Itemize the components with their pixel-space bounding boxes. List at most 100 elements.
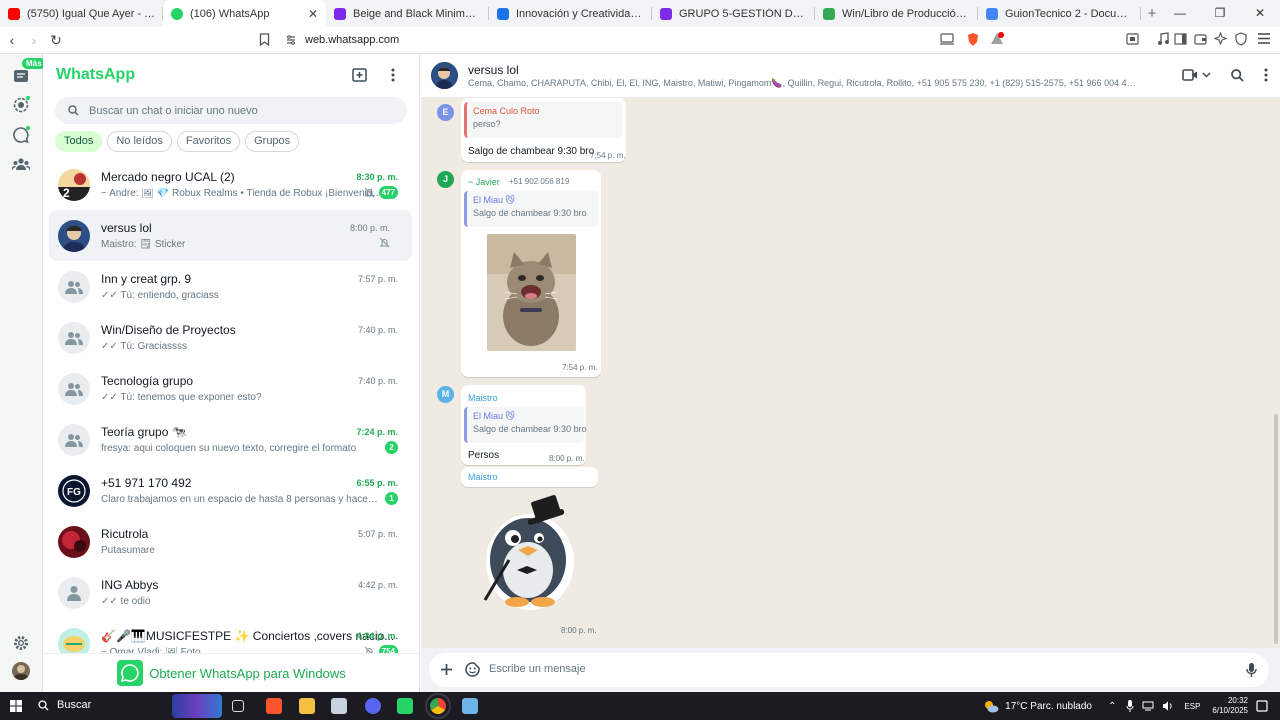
quoted-message[interactable]: Cema Culo Roto perso?: [464, 102, 622, 138]
volume-icon[interactable]: [1162, 701, 1174, 711]
chat-avatar[interactable]: FG: [58, 474, 90, 507]
microphone-tray-icon[interactable]: [1126, 700, 1134, 712]
group-avatar-icon[interactable]: [58, 321, 90, 354]
vpn-icon[interactable]: [1235, 32, 1247, 46]
sender-avatar[interactable]: M: [437, 386, 454, 403]
browser-tab[interactable]: Innovación y Creatividad - ALUMNO: [489, 0, 652, 27]
filter-chip[interactable]: No leídos: [107, 131, 172, 152]
leo-ai-icon[interactable]: [1214, 32, 1227, 45]
browser-menu-icon[interactable]: [1258, 33, 1270, 44]
screenshot-icon[interactable]: [1126, 33, 1139, 45]
chat-list-item[interactable]: Inn y creat grp. 9 7:57 p. m. ✓✓ Tú: entie…: [43, 261, 419, 312]
filter-chip[interactable]: Todos: [55, 131, 103, 152]
sticker-emoji-icon[interactable]: [465, 662, 480, 677]
message-bubble[interactable]: ~ Javier +51 902 056 819 El Miau 😼 Salgo…: [461, 170, 601, 377]
wallet-icon[interactable]: [1194, 33, 1207, 45]
sender-avatar[interactable]: J: [437, 171, 454, 188]
quoted-message[interactable]: El Miau 😼 Salgo de chambear 9:30 bro: [464, 407, 587, 443]
new-chat-icon[interactable]: [352, 68, 368, 82]
penguin-sticker-image[interactable]: [473, 490, 588, 615]
video-call-icon[interactable]: [1182, 69, 1211, 81]
quoted-message[interactable]: El Miau 😼 Salgo de chambear 9:30 bro: [464, 191, 598, 227]
brave-taskbar-icon[interactable]: [266, 698, 282, 714]
message-bubble[interactable]: Cema Culo Roto perso? Salgo de chambear …: [461, 98, 626, 162]
whatsapp-taskbar-icon[interactable]: [397, 698, 413, 714]
message-bubble[interactable]: Maistro: [461, 467, 598, 487]
sender-name[interactable]: Maistro: [468, 472, 498, 482]
sender-avatar[interactable]: E: [437, 104, 454, 121]
channels-icon[interactable]: [12, 126, 30, 144]
weather-text[interactable]: 17°C Parc. nublado: [1005, 701, 1092, 712]
filter-chip[interactable]: Grupos: [245, 131, 300, 152]
conversation-header[interactable]: versus lol Cema, Chamo, CHARAPUTA, Chibi…: [421, 54, 1280, 98]
app-taskbar-icon[interactable]: [331, 698, 347, 714]
browser-tab[interactable]: (106) WhatsApp ✕: [163, 0, 326, 27]
forward-icon[interactable]: ›: [24, 32, 44, 48]
conversation-menu-icon[interactable]: [1264, 68, 1268, 82]
search-messages-icon[interactable]: [1231, 68, 1244, 82]
file-explorer-icon[interactable]: [299, 698, 315, 714]
chat-avatar[interactable]: [58, 525, 90, 558]
language-indicator[interactable]: ESP: [1184, 702, 1200, 711]
brave-rewards-icon[interactable]: [990, 32, 1004, 46]
conversation-members[interactable]: Cema, Chamo, CHARAPUTA, Chibi, El, El, I…: [468, 78, 1140, 89]
chat-list-item[interactable]: Ricutrola 5:07 p. m. Putasumare: [43, 516, 419, 567]
weather-icon[interactable]: [983, 699, 999, 713]
browser-tab[interactable]: GRUPO 5-GESTIÓN DEL TIEMPO - P: [652, 0, 815, 27]
chat-list-item[interactable]: Teoría grupo 🐄 7:24 p. m. fresya: aqui col…: [43, 414, 419, 465]
chat-list-item[interactable]: FG +51 971 170 492 6:55 p. m. Claro trabaja…: [43, 465, 419, 516]
chat-avatar[interactable]: 2: [58, 168, 90, 201]
message-scrollbar[interactable]: [1274, 414, 1278, 644]
bookmark-icon[interactable]: [259, 33, 270, 46]
get-windows-app-label[interactable]: Obtener WhatsApp para Windows: [149, 666, 346, 681]
back-icon[interactable]: ‹: [2, 32, 22, 48]
site-settings-icon[interactable]: [285, 34, 297, 46]
chrome-taskbar-icon[interactable]: [425, 693, 451, 719]
notifications-icon[interactable]: [1256, 700, 1268, 712]
group-avatar[interactable]: [431, 62, 458, 89]
attach-icon[interactable]: [440, 663, 453, 676]
settings-icon[interactable]: [12, 634, 30, 652]
address-url[interactable]: web.whatsapp.com: [305, 34, 399, 46]
network-icon[interactable]: [1142, 701, 1154, 711]
message-input[interactable]: Escribe un mensaje: [429, 653, 1269, 687]
browser-tab[interactable]: Beige and Black Minimalist Project D: [326, 0, 489, 27]
microphone-icon[interactable]: [1246, 662, 1257, 678]
tray-chevron-icon[interactable]: ⌃: [1108, 701, 1116, 712]
person-avatar-icon[interactable]: [58, 576, 90, 609]
brave-shield-icon[interactable]: [966, 32, 980, 47]
sender-name[interactable]: ~ Javier: [468, 177, 500, 187]
notes-taskbar-icon[interactable]: [462, 698, 478, 714]
close-tab-icon[interactable]: ✕: [308, 7, 318, 21]
task-view-icon[interactable]: [232, 700, 244, 712]
chat-list-item[interactable]: 2 Mercado negro UCAL (2) 8:30 p. m. ~ Andre…: [43, 159, 419, 210]
restore-window-icon[interactable]: ❐: [1200, 0, 1240, 27]
filter-chip[interactable]: Favoritos: [176, 131, 241, 152]
menu-icon[interactable]: [391, 68, 395, 82]
chat-avatar[interactable]: [58, 219, 90, 252]
message-area[interactable]: E Cema Culo Roto perso? Salgo de chambea…: [421, 98, 1280, 648]
communities-icon[interactable]: [12, 155, 30, 173]
chats-icon[interactable]: [12, 67, 30, 85]
taskbar-search[interactable]: Buscar: [38, 699, 91, 711]
sender-name[interactable]: Maistro: [468, 393, 498, 403]
chat-list-item[interactable]: Win/Diseño de Proyectos 7:40 p. m. ✓✓ Tú: …: [43, 312, 419, 363]
chat-search-input[interactable]: Buscar un chat o iniciar uno nuevo: [55, 97, 407, 124]
reload-icon[interactable]: ↻: [46, 32, 66, 49]
status-icon[interactable]: [12, 96, 30, 114]
browser-tab[interactable]: Win/Libro de Producción - Google D: [815, 0, 978, 27]
minimize-window-icon[interactable]: —: [1160, 0, 1200, 27]
cat-sticker-image[interactable]: [487, 234, 576, 351]
search-highlight-image[interactable]: [172, 694, 222, 718]
sidebar-toggle-icon[interactable]: [1174, 33, 1187, 45]
discord-taskbar-icon[interactable]: [365, 698, 381, 714]
browser-tab[interactable]: GuionTecnico 2 - Documentos de G: [978, 0, 1141, 27]
install-app-icon[interactable]: [940, 33, 954, 45]
taskbar-clock[interactable]: 20:32 6/10/2025: [1212, 696, 1248, 716]
message-bubble[interactable]: Maistro El Miau 😼 Salgo de chambear 9:30…: [461, 385, 587, 465]
browser-tab[interactable]: (5750) Igual Que Ayer - YouTube: [0, 0, 163, 27]
conversation-title[interactable]: versus lol: [468, 63, 519, 77]
group-avatar-icon[interactable]: [58, 372, 90, 405]
group-avatar-icon[interactable]: [58, 270, 90, 303]
chat-list-item[interactable]: versus lol 8:00 p. m. Maistro: 🗒 Sticker: [49, 210, 412, 261]
